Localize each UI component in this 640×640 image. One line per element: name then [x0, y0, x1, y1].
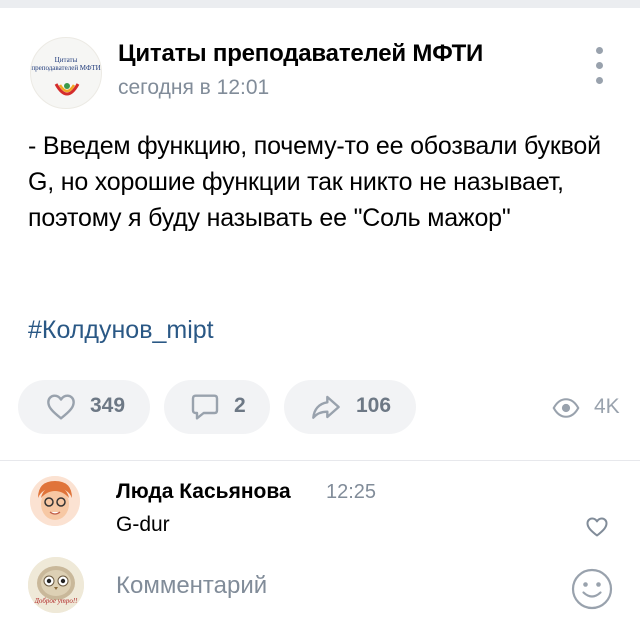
- my-avatar[interactable]: Доброе утро!!: [28, 557, 84, 613]
- commenter-avatar[interactable]: [30, 476, 80, 526]
- group-logo-icon: [54, 83, 80, 96]
- share-count: 106: [356, 394, 392, 417]
- comment-like-button[interactable]: [584, 515, 610, 544]
- post-header: Цитаты преподавателей МФТИ Цитаты препод…: [0, 8, 640, 118]
- eye-icon: [552, 398, 580, 418]
- post-time[interactable]: сегодня в 12:01: [118, 76, 269, 100]
- divider: [0, 460, 640, 461]
- memoji-avatar-icon: [30, 476, 80, 526]
- my-avatar-caption: Доброе утро!!: [34, 597, 78, 605]
- share-arrow-icon: [312, 395, 340, 419]
- more-vertical-icon: [596, 47, 603, 54]
- comment-composer: Доброе утро!!: [0, 555, 640, 640]
- emoji-button[interactable]: [570, 567, 614, 616]
- views-counter: 4K: [552, 394, 632, 422]
- more-options-button[interactable]: [588, 44, 612, 88]
- heart-icon: [47, 394, 75, 420]
- comment-button[interactable]: 2: [164, 380, 270, 434]
- share-button[interactable]: 106: [284, 380, 416, 434]
- heart-icon: [586, 517, 608, 537]
- comment-time: 12:25: [326, 481, 377, 503]
- comment-author[interactable]: Люда Касьянова: [116, 480, 291, 504]
- comment-input[interactable]: [116, 571, 536, 601]
- hashtag-link[interactable]: #Колдунов_mipt: [28, 316, 214, 345]
- post-text: - Введем функцию, почему-то ее обозвали …: [28, 132, 601, 232]
- group-avatar-text: Цитаты преподавателей МФТИ: [31, 56, 101, 72]
- like-button[interactable]: 349: [18, 380, 150, 434]
- top-separator: [0, 0, 640, 8]
- comment-count: 2: [234, 394, 246, 417]
- comment-text: G-dur: [116, 513, 170, 536]
- views-count: 4K: [594, 395, 620, 418]
- smile-icon: [571, 568, 613, 610]
- comment-bubble-icon: [191, 394, 219, 420]
- group-avatar[interactable]: Цитаты преподавателей МФТИ: [30, 37, 102, 109]
- group-name[interactable]: Цитаты преподавателей МФТИ: [118, 40, 483, 68]
- like-count: 349: [90, 394, 126, 417]
